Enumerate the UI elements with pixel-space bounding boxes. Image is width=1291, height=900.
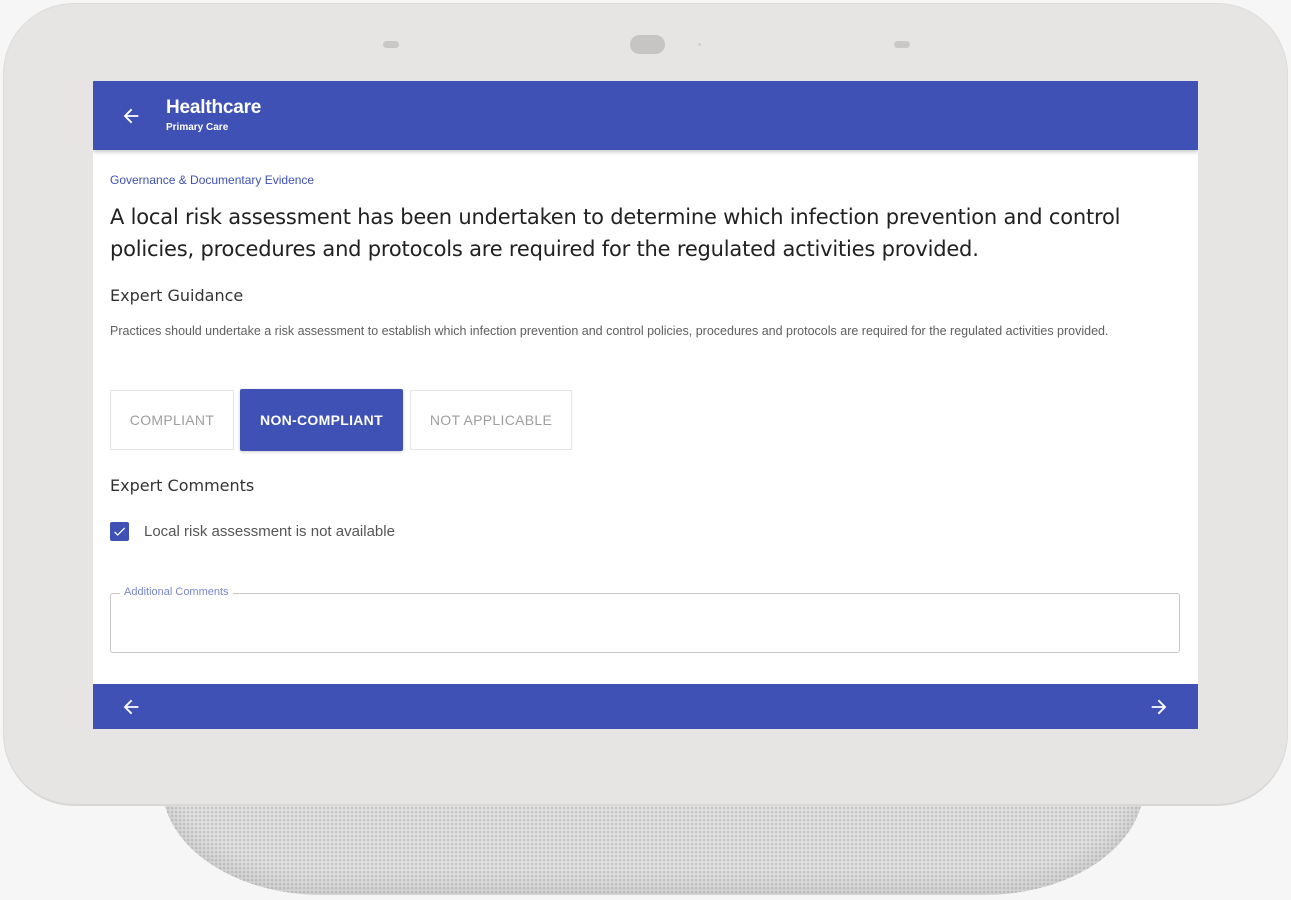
compliant-button[interactable]: COMPLIANT <box>110 390 234 450</box>
light-sensor <box>383 41 399 48</box>
question-text: A local risk assessment has been underta… <box>110 205 1121 261</box>
breadcrumb: Governance & Documentary Evidence <box>110 173 315 187</box>
bottom-nav-bar <box>93 684 1198 729</box>
app-title: Healthcare <box>166 97 262 118</box>
check-icon <box>114 526 126 536</box>
next-button[interactable] <box>1143 691 1175 723</box>
camera-lens <box>630 35 665 54</box>
app-subtitle: Primary Care <box>166 122 229 133</box>
mic-hole <box>698 43 701 46</box>
previous-button[interactable] <box>115 691 147 723</box>
not-applicable-button[interactable]: NOT APPLICABLE <box>410 390 572 450</box>
app-bar: Healthcare Primary Care <box>93 81 1198 150</box>
expert-guidance-text: Practices should undertake a risk assess… <box>110 324 1109 338</box>
expert-comments-heading: Expert Comments <box>110 476 255 495</box>
ambient-sensor <box>894 41 910 48</box>
risk-assessment-checkbox[interactable] <box>110 521 129 541</box>
expert-guidance-heading: Expert Guidance <box>110 286 244 305</box>
additional-comments-label: Additional Comments <box>120 586 233 598</box>
additional-comments-field[interactable]: Additional Comments <box>110 586 1180 653</box>
risk-assessment-checkbox-row[interactable]: Local risk assessment is not available <box>110 521 395 541</box>
arrow-left-icon <box>123 699 139 715</box>
back-button[interactable] <box>115 100 147 132</box>
non-compliant-button[interactable]: NON-COMPLIANT <box>240 389 403 451</box>
risk-assessment-checkbox-label: Local risk assessment is not available <box>144 522 395 540</box>
arrow-left-icon <box>123 108 139 124</box>
arrow-right-icon <box>1151 699 1167 715</box>
device-screen: Healthcare Primary Care Governance & Doc… <box>93 81 1198 729</box>
